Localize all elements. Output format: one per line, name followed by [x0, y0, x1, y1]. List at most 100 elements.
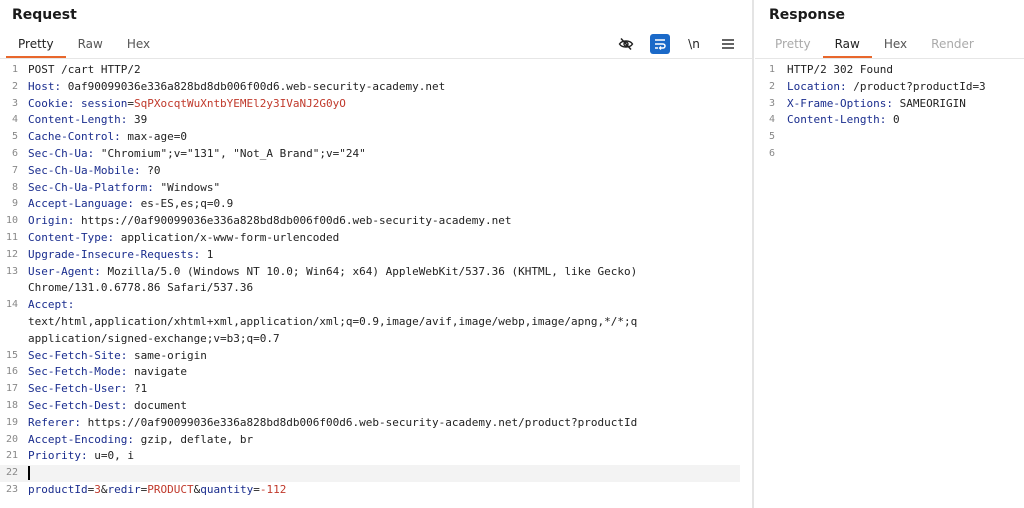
- code-token: Sec-Fetch-Mode:: [28, 365, 128, 379]
- line-number: 5: [11, 131, 18, 143]
- code-token: 3: [94, 482, 101, 496]
- menu-hamburger-icon[interactable]: [718, 34, 738, 54]
- code-line[interactable]: 1 HTTP/2 302 Found: [755, 62, 1024, 79]
- code-line[interactable]: 11 Content-Type: application/x-www-form-u…: [0, 230, 740, 247]
- code-line[interactable]: 9 Accept-Language: es-ES,es;q=0.9: [0, 196, 740, 213]
- line-content: Sec-Ch-Ua: "Chromium";v="131", "Not_A Br…: [28, 146, 366, 163]
- line-number: 7: [11, 164, 18, 176]
- code-line[interactable]: text/html,application/xhtml+xml,applicat…: [0, 314, 740, 331]
- line-content: Chrome/131.0.6778.86 Safari/537.36: [28, 280, 253, 297]
- code-line[interactable]: 12 Upgrade-Insecure-Requests: 1: [0, 247, 740, 264]
- response-editor[interactable]: 1 HTTP/2 302 Found 2 Location: /product?pro…: [755, 62, 1024, 163]
- line-number: 14: [5, 299, 18, 311]
- line-content: Priority: u=0, i: [28, 448, 134, 465]
- code-line[interactable]: 4 Content-Length: 0: [755, 112, 1024, 129]
- code-token: "Windows": [153, 180, 221, 194]
- line-content: Accept:: [28, 297, 74, 314]
- word-wrap-icon[interactable]: [650, 34, 670, 54]
- code-token: es-ES,es;q=0.9: [133, 197, 234, 211]
- code-line[interactable]: 19 Referer: https://0af90099036e336a828bd…: [0, 415, 740, 432]
- code-line[interactable]: 7 Sec-Ch-Ua-Mobile: ?0: [0, 163, 740, 180]
- code-line[interactable]: 3 Cookie: session=SqPXocqtWuXntbYEMEl2y3I…: [0, 96, 740, 113]
- request-tab-pretty[interactable]: Pretty: [6, 36, 66, 58]
- code-line[interactable]: 6: [755, 146, 1024, 163]
- code-token: 39: [127, 113, 148, 127]
- response-tab-hex[interactable]: Hex: [872, 36, 919, 56]
- hide-nonprintable-eye-slash-icon[interactable]: [616, 34, 636, 54]
- response-tab-raw[interactable]: Raw: [822, 36, 872, 58]
- line-number: 1: [11, 64, 18, 75]
- line-number: 4: [11, 114, 18, 126]
- code-token: Cache-Control:: [28, 130, 121, 144]
- code-token: Sec-Fetch-Site:: [28, 348, 128, 362]
- code-token: Sec-Ch-Ua-Platform:: [28, 180, 154, 194]
- code-line[interactable]: 3 X-Frame-Options: SAMEORIGIN: [755, 96, 1024, 113]
- line-number: 2: [11, 80, 18, 92]
- line-content: Cache-Control: max-age=0: [28, 129, 187, 146]
- code-line[interactable]: 10 Origin: https://0af90099036e336a828bd8…: [0, 213, 740, 230]
- line-number: 19: [5, 416, 18, 428]
- code-line[interactable]: 6 Sec-Ch-Ua: "Chromium";v="131", "Not_A B…: [0, 146, 740, 163]
- code-line[interactable]: 16 Sec-Fetch-Mode: navigate: [0, 364, 740, 381]
- line-content: application/signed-exchange;v=b3;q=0.7: [28, 331, 280, 348]
- code-token: Sec-Ch-Ua-Mobile:: [28, 163, 141, 177]
- code-line[interactable]: 5 Cache-Control: max-age=0: [0, 129, 740, 146]
- code-line[interactable]: 4 Content-Length: 39: [0, 112, 740, 129]
- show-newlines-icon[interactable]: \n: [684, 34, 704, 54]
- line-content: Host: 0af90099036e336a828bd8db006f00d6.w…: [28, 79, 445, 96]
- line-number: 6: [11, 147, 18, 159]
- line-number: 6: [768, 147, 775, 159]
- code-line[interactable]: 20 Accept-Encoding: gzip, deflate, br: [0, 432, 740, 449]
- code-line[interactable]: 21 Priority: u=0, i: [0, 448, 740, 465]
- code-line[interactable]: 14 Accept:: [0, 297, 740, 314]
- request-title: Request: [12, 7, 77, 23]
- request-tab-hex[interactable]: Hex: [115, 36, 162, 56]
- code-token: https://0af90099036e336a828bd8db006f00d6…: [74, 214, 512, 228]
- line-number: 16: [5, 366, 18, 378]
- code-line[interactable]: application/signed-exchange;v=b3;q=0.7: [0, 331, 740, 348]
- response-tab-pretty[interactable]: Pretty: [763, 36, 823, 56]
- code-token: document: [127, 398, 187, 412]
- request-editor[interactable]: 1 POST /cart HTTP/2 2 Host: 0af90099036e336…: [0, 62, 740, 499]
- line-number: 9: [11, 198, 18, 210]
- code-token: navigate: [127, 365, 187, 379]
- code-line[interactable]: 5: [755, 129, 1024, 146]
- code-token: PRODUCT: [147, 482, 194, 496]
- code-line[interactable]: 1 POST /cart HTTP/2: [0, 62, 740, 79]
- code-token: max-age=0: [120, 130, 187, 144]
- code-token: 1: [200, 247, 214, 261]
- code-token: Location:: [787, 79, 847, 93]
- code-line[interactable]: 8 Sec-Ch-Ua-Platform: "Windows": [0, 180, 740, 197]
- line-number: 5: [768, 131, 775, 143]
- response-tab-render[interactable]: Render: [919, 36, 986, 56]
- code-line[interactable]: 2 Location: /product?productId=3: [755, 79, 1024, 96]
- code-token: /product?productId=3: [846, 79, 986, 93]
- line-content: Upgrade-Insecure-Requests: 1: [28, 247, 213, 264]
- code-line[interactable]: Chrome/131.0.6778.86 Safari/537.36: [0, 280, 740, 297]
- code-line[interactable]: 23 productId=3&redir=PRODUCT&quantity=-11…: [0, 482, 740, 499]
- code-token: u=0, i: [87, 449, 134, 463]
- code-line[interactable]: 15 Sec-Fetch-Site: same-origin: [0, 348, 740, 365]
- code-token: Cookie:: [28, 96, 75, 110]
- line-number: 8: [11, 181, 18, 193]
- line-content: Content-Length: 39: [28, 112, 147, 129]
- code-token: Content-Type:: [28, 230, 115, 244]
- code-token: Sec-Ch-Ua:: [28, 146, 95, 160]
- code-line[interactable]: 22: [0, 465, 740, 482]
- code-token: Accept-Language:: [28, 197, 134, 211]
- code-token: User-Agent:: [28, 264, 101, 278]
- code-line[interactable]: 17 Sec-Fetch-User: ?1: [0, 381, 740, 398]
- code-token: text/html,application/xhtml+xml,applicat…: [28, 314, 638, 328]
- line-number: 12: [5, 248, 18, 260]
- code-line[interactable]: 18 Sec-Fetch-Dest: document: [0, 398, 740, 415]
- code-token: Upgrade-Insecure-Requests:: [28, 247, 201, 261]
- pane-divider[interactable]: [752, 0, 754, 508]
- code-line[interactable]: 2 Host: 0af90099036e336a828bd8db006f00d6.…: [0, 79, 740, 96]
- request-tab-raw[interactable]: Raw: [66, 36, 115, 56]
- code-token: -112: [259, 482, 287, 496]
- code-line[interactable]: 13 User-Agent: Mozilla/5.0 (Windows NT 10…: [0, 264, 740, 281]
- line-content: User-Agent: Mozilla/5.0 (Windows NT 10.0…: [28, 264, 637, 281]
- code-token: Content-Length:: [28, 113, 128, 127]
- code-token: same-origin: [127, 348, 207, 362]
